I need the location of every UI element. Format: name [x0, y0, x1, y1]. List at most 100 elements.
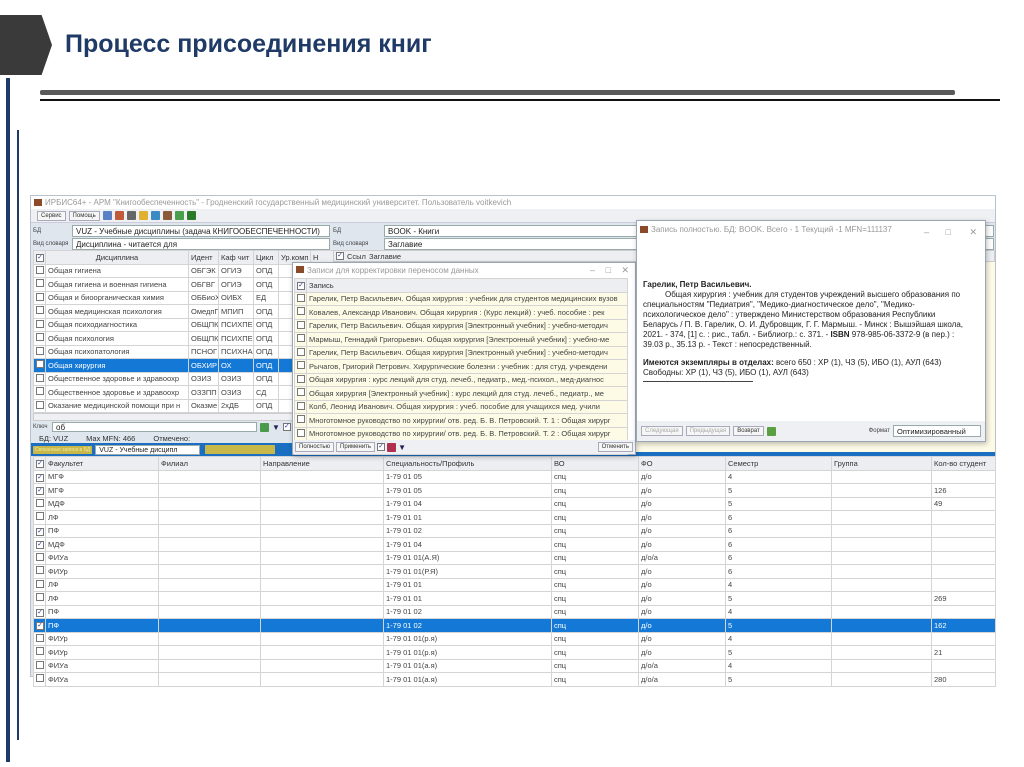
- row-checkbox[interactable]: [294, 426, 307, 441]
- col-header[interactable]: Специальность/Профиль: [383, 456, 552, 471]
- filter-icon[interactable]: ▼: [398, 443, 406, 452]
- row-checkbox[interactable]: [33, 631, 46, 646]
- row-checkbox[interactable]: [294, 332, 307, 347]
- table-row[interactable]: Общая и биоорганическая химия ОББиоХ ОИБХ Е…: [33, 290, 334, 305]
- record-row[interactable]: Рычагов, Григорий Петрович. Хирургически…: [294, 359, 628, 374]
- prev-button[interactable]: Предыдущая: [685, 426, 731, 436]
- row-checkbox[interactable]: [33, 385, 46, 400]
- record-row[interactable]: Мармыш, Геннадий Григорьевич. Общая хиру…: [294, 332, 628, 347]
- mark-icon[interactable]: ✓: [282, 423, 291, 431]
- table-row[interactable]: Оказание медицинской помощи при н Оказме 2…: [33, 398, 334, 413]
- maximize-button[interactable]: □: [946, 224, 951, 238]
- row-checkbox[interactable]: [33, 496, 46, 511]
- globe-icon[interactable]: [114, 211, 124, 220]
- row-checkbox[interactable]: [294, 305, 307, 320]
- save-icon[interactable]: [102, 211, 112, 220]
- col-header[interactable]: Цикл: [253, 250, 279, 265]
- record-row[interactable]: Гарелик, Петр Васильевич. Общая хирургия…: [294, 345, 628, 360]
- export-icon[interactable]: [186, 211, 196, 220]
- full-button[interactable]: Полностью: [295, 442, 335, 452]
- record-row[interactable]: Многотомное руководство по хирургии/ отв…: [294, 426, 628, 441]
- row-checkbox[interactable]: [294, 318, 307, 333]
- table-row[interactable]: Общая психология ОБЩПК ПСИХПЕ ОПД: [33, 331, 334, 346]
- unmark-icon[interactable]: [387, 442, 397, 452]
- table-row[interactable]: МДФ 1-79 01 04 спц д/о 5 49: [33, 496, 996, 511]
- row-checkbox[interactable]: [33, 277, 46, 292]
- book-icon[interactable]: [150, 211, 160, 220]
- menu-help[interactable]: Помощь: [68, 210, 100, 221]
- apply-button[interactable]: Применить: [336, 442, 376, 452]
- chart-icon[interactable]: [162, 211, 172, 220]
- table-row[interactable]: ✓ ПФ 1-79 01 02 спц д/о 4: [33, 604, 996, 619]
- next-button[interactable]: Следующая: [641, 426, 683, 436]
- table-row[interactable]: Общественное здоровье и здравоохр ОЗЗПП ОЗ…: [33, 385, 334, 400]
- record-row[interactable]: Колб, Леонид Иванович. Общая хирургия : …: [294, 399, 628, 414]
- row-checkbox[interactable]: [33, 371, 46, 386]
- table-row[interactable]: ФИУа 1-79 01 01(а.я) спц д/о/а 4: [33, 658, 996, 673]
- table-row[interactable]: Общественное здоровье и здравоохр ОЗИЗ ОЗИ…: [33, 371, 334, 386]
- record-row[interactable]: Общая хирургия [Электронный учебник] : к…: [294, 386, 628, 401]
- record-row[interactable]: Общая хирургия : курс лекций для студ. л…: [294, 372, 628, 387]
- row-checkbox[interactable]: ✓: [33, 469, 46, 484]
- col-header[interactable]: Филиал: [158, 456, 261, 471]
- table-row[interactable]: ФИУр 1-79 01 01(Р.Я) спц д/о 6: [33, 564, 996, 579]
- row-checkbox[interactable]: ✓: [33, 523, 46, 538]
- col-header[interactable]: Семестр: [725, 456, 832, 471]
- filter-icon[interactable]: ▼: [272, 423, 280, 432]
- row-checkbox[interactable]: ✓: [33, 618, 46, 633]
- table-row[interactable]: ✓ МГФ 1-79 01 05 спц д/о 4: [33, 469, 996, 484]
- row-checkbox[interactable]: [294, 372, 307, 387]
- col-header[interactable]: Дисциплина: [45, 250, 189, 265]
- record-row[interactable]: Гарелик, Петр Васильевич. Общая хирургия…: [294, 291, 628, 306]
- col-header[interactable]: Кол-во студент: [931, 456, 996, 471]
- row-checkbox[interactable]: [33, 591, 46, 606]
- mark-all-icon[interactable]: ✓: [377, 443, 386, 451]
- close-button[interactable]: ✕: [621, 263, 629, 278]
- col-header[interactable]: ВО: [551, 456, 639, 471]
- row-checkbox[interactable]: [33, 658, 46, 673]
- row-checkbox[interactable]: [294, 399, 307, 414]
- dict-select[interactable]: Дисциплина - читается для: [72, 237, 330, 250]
- row-checkbox[interactable]: ✓: [33, 483, 46, 498]
- col-header[interactable]: Каф чит: [218, 250, 254, 265]
- row-checkbox[interactable]: [33, 550, 46, 565]
- table-row[interactable]: Общая гигиена и военная гигиена ОБГВГ ОГИЭ…: [33, 277, 334, 292]
- table-row[interactable]: ЛФ 1-79 01 01 спц д/о 5 269: [33, 591, 996, 606]
- menu-service[interactable]: Сервис: [37, 210, 66, 221]
- user-icon[interactable]: [766, 426, 776, 436]
- row-checkbox[interactable]: [33, 331, 46, 346]
- table-row[interactable]: Общая психопатология ПСНОГ ПСИХНА ОПД: [33, 344, 334, 359]
- maximize-button[interactable]: □: [606, 263, 611, 278]
- row-checkbox[interactable]: [33, 577, 46, 592]
- record-row[interactable]: Гарелик, Петр Васильевич. Общая хирургия…: [294, 318, 628, 333]
- row-checkbox[interactable]: [33, 645, 46, 660]
- col-header[interactable]: Ссыл: [347, 251, 366, 261]
- row-checkbox[interactable]: ✓: [33, 537, 46, 552]
- row-checkbox[interactable]: [33, 317, 46, 332]
- row-checkbox[interactable]: [33, 358, 46, 373]
- table-row[interactable]: Общая гигиена ОБГЭК ОГИЭ ОПД: [33, 263, 334, 278]
- table-row[interactable]: ФИУр 1-79 01 01(р.я) спц д/о 5 21: [33, 645, 996, 660]
- record-row[interactable]: Многотомное руководство по хирургии/ отв…: [294, 413, 628, 428]
- horizontal-scrollbar[interactable]: [33, 413, 333, 421]
- row-checkbox[interactable]: [33, 398, 46, 413]
- col-header[interactable]: Запись: [306, 278, 628, 293]
- col-header[interactable]: Заглавие: [369, 251, 401, 261]
- key-input[interactable]: об: [52, 422, 257, 432]
- select-all-checkbox[interactable]: ✓: [294, 278, 307, 293]
- print-icon[interactable]: [126, 211, 136, 220]
- minimize-button[interactable]: –: [924, 224, 929, 238]
- col-header[interactable]: Идент: [188, 250, 219, 265]
- record-row[interactable]: Ковалев, Александр Иванович. Общая хирур…: [294, 305, 628, 320]
- row-checkbox[interactable]: [33, 510, 46, 525]
- row-checkbox[interactable]: ✓: [33, 604, 46, 619]
- row-checkbox[interactable]: [294, 386, 307, 401]
- db-select[interactable]: VUZ - Учебные дисциплины (задача КНИГООБ…: [72, 224, 330, 237]
- row-checkbox[interactable]: [33, 344, 46, 359]
- minimize-button[interactable]: –: [590, 263, 595, 278]
- col-header[interactable]: Направление: [260, 456, 384, 471]
- row-checkbox[interactable]: [294, 291, 307, 306]
- row-checkbox[interactable]: [294, 359, 307, 374]
- col-header[interactable]: Группа: [831, 456, 932, 471]
- table-row[interactable]: ЛФ 1-79 01 01 спц д/о 4: [33, 577, 996, 592]
